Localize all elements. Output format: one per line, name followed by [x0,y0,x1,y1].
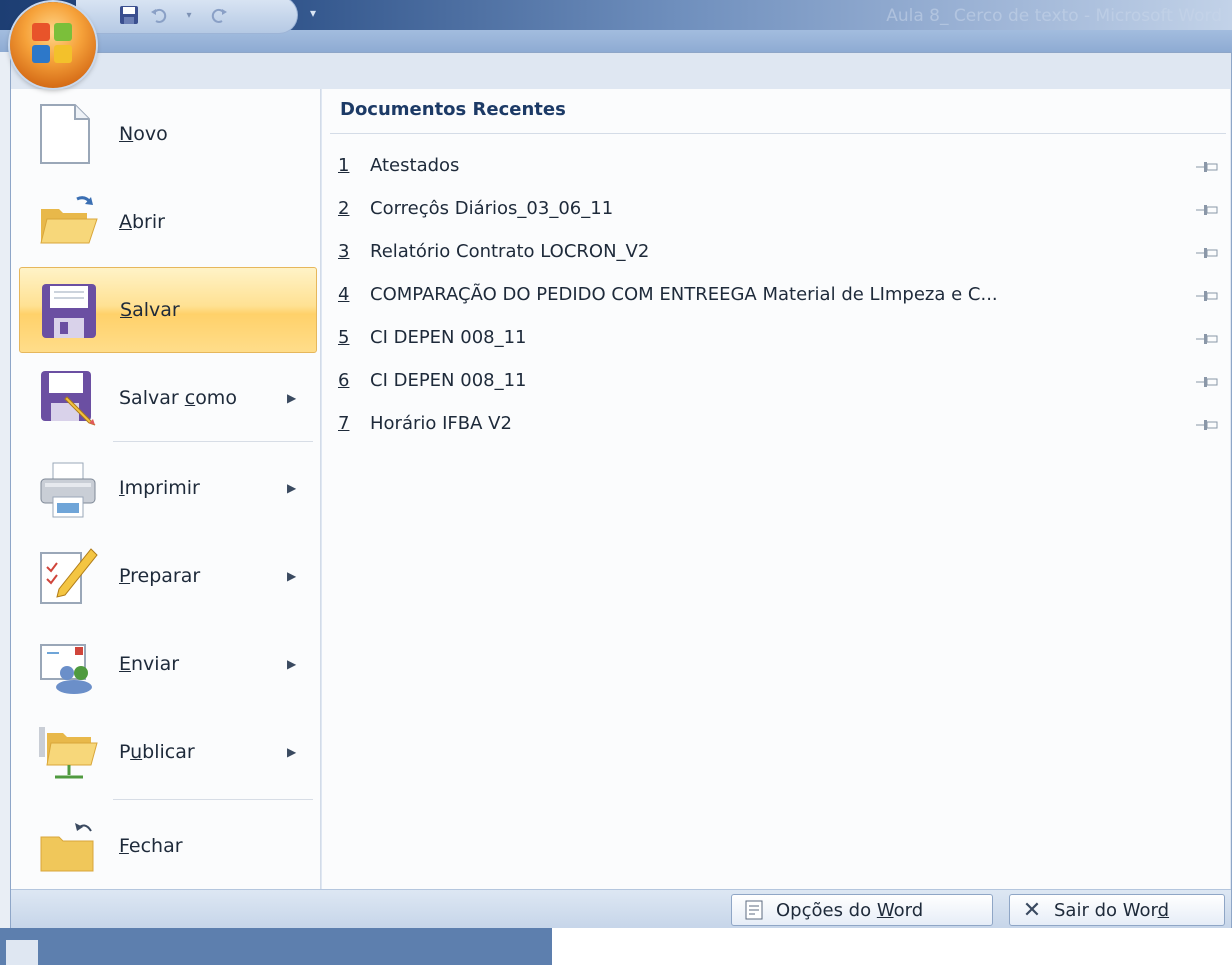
menu-label-fechar: Fechar [119,835,183,857]
new-document-icon [37,103,99,165]
menu-item-fechar[interactable]: Fechar [19,803,317,889]
recent-doc-number: 7 [338,412,350,434]
submenu-arrow-icon: ▶ [287,569,297,583]
menu-separator [113,441,313,442]
submenu-arrow-icon: ▶ [287,657,297,671]
pin-icon[interactable] [1196,287,1218,301]
recent-doc-name: Correçôs Diários_03_06_11 [370,197,614,219]
options-icon [744,900,764,920]
recent-document-item[interactable]: 4 COMPARAÇÃO DO PEDIDO COM ENTREEGA Mate… [338,274,1218,314]
menu-item-salvar[interactable]: Salvar [19,267,317,353]
recent-document-item[interactable]: 5 CI DEPEN 008_11 [338,317,1218,357]
publish-icon [37,721,99,783]
exit-word-label: Sair do Word [1054,899,1170,921]
open-folder-icon [37,191,99,253]
customize-arrow-icon[interactable]: ▾ [310,6,316,20]
menu-label-enviar: Enviar [119,653,180,675]
office-menu: Novo Abrir Salvar Salvar como ▶ Imprimir… [10,52,1232,929]
menu-label-abrir: Abrir [119,211,165,233]
recent-doc-name: CI DEPEN 008_11 [370,369,527,391]
menu-item-abrir[interactable]: Abrir [19,179,317,265]
menu-item-imprimir[interactable]: Imprimir ▶ [19,445,317,531]
prepare-icon [37,545,99,607]
recent-doc-name: Atestados [370,154,460,176]
menu-label-novo: Novo [119,123,168,145]
recent-document-item[interactable]: 7 Horário IFBA V2 [338,403,1218,443]
redo-icon[interactable] [208,4,230,26]
send-icon [37,633,99,695]
pin-icon[interactable] [1196,201,1218,215]
submenu-arrow-icon: ▶ [287,391,297,405]
menu-label-salvar: Salvar [120,299,180,321]
title-bar: Aula 8_ Cerco de texto - Microsoft Word … [0,0,1232,52]
chevron-down-icon[interactable]: ▾ [178,4,200,26]
ruler-corner [6,940,38,965]
recent-documents-panel: Documentos Recentes 1 Atestados 2 Correç… [322,89,1230,889]
recent-document-item[interactable]: 2 Correçôs Diários_03_06_11 [338,188,1218,228]
word-options-button[interactable]: Opções do Word [731,894,993,926]
pin-icon[interactable] [1196,244,1218,258]
pin-icon[interactable] [1196,330,1218,344]
recent-doc-number: 5 [338,326,350,348]
print-icon [37,457,99,519]
recent-doc-number: 2 [338,197,350,219]
recent-document-item[interactable]: 1 Atestados [338,145,1218,185]
recent-divider [330,133,1226,134]
pin-icon[interactable] [1196,158,1218,172]
office-button[interactable] [10,2,96,88]
menu-item-preparar[interactable]: Preparar ▶ [19,533,317,619]
close-folder-icon [37,815,99,877]
save-icon[interactable] [118,4,140,26]
submenu-arrow-icon: ▶ [287,745,297,759]
recent-document-item[interactable]: 3 Relatório Contrato LOCRON_V2 [338,231,1218,271]
window-title: Aula 8_ Cerco de texto - Microsoft Word [886,6,1222,26]
office-logo-icon [32,23,74,65]
save-as-icon [37,367,99,429]
menu-item-publicar[interactable]: Publicar ▶ [19,709,317,795]
recent-doc-name: Horário IFBA V2 [370,412,512,434]
recent-doc-name: COMPARAÇÃO DO PEDIDO COM ENTREEGA Materi… [370,283,998,305]
recent-doc-number: 6 [338,369,350,391]
menu-label-salvar-como: Salvar como [119,387,237,409]
ruler-bar [0,928,552,965]
recent-doc-name: CI DEPEN 008_11 [370,326,527,348]
menu-item-novo[interactable]: Novo [19,91,317,177]
menu-commands: Novo Abrir Salvar Salvar como ▶ Imprimir… [11,89,321,889]
recent-documents-heading: Documentos Recentes [340,99,566,120]
document-area-strip [0,928,1232,965]
menu-label-publicar: Publicar [119,741,195,763]
recent-doc-number: 1 [338,154,350,176]
menu-footer: Opções do Word ✕ Sair do Word [11,889,1231,929]
menu-item-salvar-como[interactable]: Salvar como ▶ [19,355,317,441]
recent-doc-number: 3 [338,240,350,262]
recent-doc-number: 4 [338,283,350,305]
word-options-label: Opções do Word [776,899,924,921]
menu-separator [113,799,313,800]
undo-icon[interactable] [148,4,170,26]
recent-doc-name: Relatório Contrato LOCRON_V2 [370,240,650,262]
menu-item-enviar[interactable]: Enviar ▶ [19,621,317,707]
pin-icon[interactable] [1196,416,1218,430]
recent-document-item[interactable]: 6 CI DEPEN 008_11 [338,360,1218,400]
menu-label-preparar: Preparar [119,565,201,587]
close-icon: ✕ [1022,897,1042,923]
exit-word-button[interactable]: ✕ Sair do Word [1009,894,1225,926]
save-icon [38,280,100,342]
submenu-arrow-icon: ▶ [287,481,297,495]
menu-label-imprimir: Imprimir [119,477,200,499]
pin-icon[interactable] [1196,373,1218,387]
quick-access-buttons: ▾ [96,0,230,30]
